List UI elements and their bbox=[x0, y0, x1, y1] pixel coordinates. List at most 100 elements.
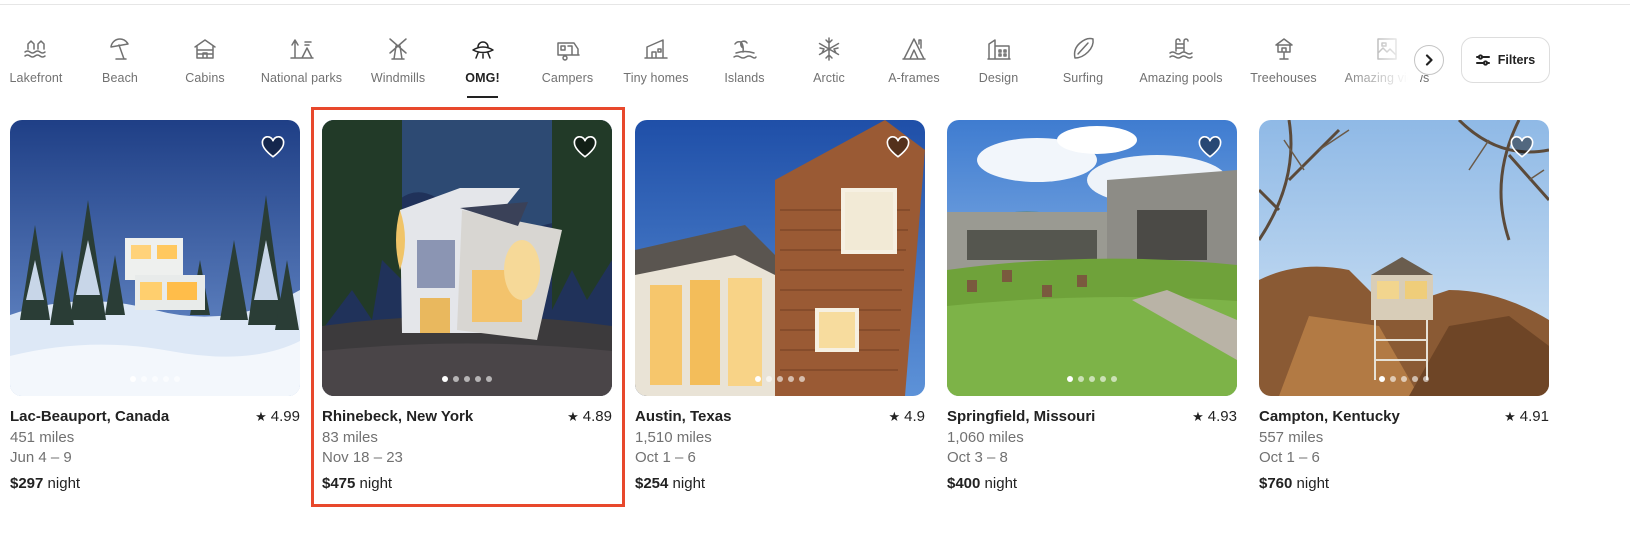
category-islands[interactable]: Islands bbox=[724, 30, 765, 102]
category-surfing[interactable]: Surfing bbox=[1062, 30, 1104, 102]
category-label: A-frames bbox=[888, 71, 940, 85]
photo-pagination bbox=[947, 376, 1237, 382]
pool-icon bbox=[1168, 36, 1194, 62]
listing-card[interactable]: Lac-Beauport, Canada ★ 4.99 451 miles Jun… bbox=[10, 120, 300, 500]
category-label: Treehouses bbox=[1250, 71, 1317, 85]
pagination-dot[interactable] bbox=[1401, 376, 1407, 382]
pagination-dot[interactable] bbox=[1390, 376, 1396, 382]
listing-rating: ★ 4.93 bbox=[1192, 408, 1237, 425]
listing-photo[interactable] bbox=[1259, 120, 1549, 396]
pagination-dot[interactable] bbox=[1089, 376, 1095, 382]
pagination-dot[interactable] bbox=[1379, 376, 1385, 382]
listing-photo-image bbox=[322, 120, 612, 396]
listing-photo-image bbox=[635, 120, 925, 396]
pagination-dot[interactable] bbox=[475, 376, 481, 382]
category-design[interactable]: Design bbox=[979, 30, 1018, 102]
price-unit: night bbox=[984, 475, 1018, 492]
pagination-dot[interactable] bbox=[799, 376, 805, 382]
price-amount: $760 bbox=[1259, 475, 1293, 492]
category-label: Tiny homes bbox=[623, 71, 689, 85]
price-unit: night bbox=[672, 475, 706, 492]
star-icon: ★ bbox=[1192, 408, 1204, 424]
pagination-dot[interactable] bbox=[453, 376, 459, 382]
category-omg[interactable]: OMG! bbox=[465, 30, 500, 102]
category-lakefront[interactable]: Lakefront bbox=[9, 30, 63, 102]
category-label: Amazing views bbox=[1344, 71, 1430, 85]
category-beach[interactable]: Beach bbox=[102, 30, 138, 102]
listing-price: $400 night bbox=[947, 475, 1017, 492]
heart-icon bbox=[886, 135, 910, 158]
pagination-dot[interactable] bbox=[464, 376, 470, 382]
listing-price: $297 night bbox=[10, 475, 80, 492]
category-label: OMG! bbox=[465, 71, 500, 85]
listing-photo[interactable] bbox=[322, 120, 612, 396]
category-treehouses[interactable]: Treehouses bbox=[1250, 30, 1317, 102]
pagination-dot[interactable] bbox=[1412, 376, 1418, 382]
pagination-dot[interactable] bbox=[442, 376, 448, 382]
listing-photo[interactable] bbox=[947, 120, 1237, 396]
pagination-dot[interactable] bbox=[163, 376, 169, 382]
listing-dates: Oct 1 – 6 bbox=[1259, 449, 1320, 466]
category-amazing-pools[interactable]: Amazing pools bbox=[1139, 30, 1223, 102]
pagination-dot[interactable] bbox=[1111, 376, 1117, 382]
category-windmills[interactable]: Windmills bbox=[371, 30, 425, 102]
category-a-frames[interactable]: A-frames bbox=[888, 30, 940, 102]
save-heart-button[interactable] bbox=[1509, 134, 1535, 160]
photo-pagination bbox=[635, 376, 925, 382]
listing-rating: ★ 4.99 bbox=[255, 408, 300, 425]
pagination-dot[interactable] bbox=[1100, 376, 1106, 382]
pagination-dot[interactable] bbox=[130, 376, 136, 382]
pagination-dot[interactable] bbox=[141, 376, 147, 382]
heart-icon bbox=[261, 135, 285, 158]
category-scroll-right-button[interactable] bbox=[1414, 45, 1444, 75]
listing-rating: ★ 4.91 bbox=[1504, 408, 1549, 425]
category-arctic[interactable]: Arctic bbox=[812, 30, 846, 102]
save-heart-button[interactable] bbox=[260, 134, 286, 160]
listing-price: $254 night bbox=[635, 475, 705, 492]
listing-card[interactable]: Austin, Texas ★ 4.9 1,510 miles Oct 1 – 6… bbox=[635, 120, 925, 500]
pagination-dot[interactable] bbox=[152, 376, 158, 382]
pagination-dot[interactable] bbox=[766, 376, 772, 382]
category-tiny-homes[interactable]: Tiny homes bbox=[623, 30, 689, 102]
save-heart-button[interactable] bbox=[885, 134, 911, 160]
header-divider bbox=[0, 4, 1630, 5]
pagination-dot[interactable] bbox=[1067, 376, 1073, 382]
view-icon bbox=[1374, 36, 1400, 62]
listing-card[interactable]: Springfield, Missouri ★ 4.93 1,060 miles … bbox=[947, 120, 1237, 500]
pagination-dot[interactable] bbox=[1423, 376, 1429, 382]
listing-location: Austin, Texas bbox=[635, 408, 732, 425]
category-label: Amazing pools bbox=[1139, 71, 1223, 85]
category-national-parks[interactable]: National parks bbox=[261, 30, 342, 102]
pagination-dot[interactable] bbox=[1078, 376, 1084, 382]
pagination-dot[interactable] bbox=[777, 376, 783, 382]
category-bar: Lakefront Beach Cabins National parks Wi… bbox=[0, 30, 1500, 102]
chevron-right-icon bbox=[1425, 54, 1433, 66]
photo-pagination bbox=[10, 376, 300, 382]
category-campers[interactable]: Campers bbox=[542, 30, 593, 102]
pagination-dot[interactable] bbox=[755, 376, 761, 382]
pagination-dot[interactable] bbox=[788, 376, 794, 382]
category-label: Design bbox=[978, 71, 1019, 85]
filters-button[interactable]: Filters bbox=[1461, 37, 1550, 83]
star-icon: ★ bbox=[888, 408, 901, 424]
pagination-dot[interactable] bbox=[174, 376, 180, 382]
listing-card[interactable]: Rhinebeck, New York ★ 4.89 83 miles Nov 1… bbox=[322, 120, 612, 500]
beach-umbrella-icon bbox=[107, 36, 133, 62]
save-heart-button[interactable] bbox=[1197, 134, 1223, 160]
listing-distance: 557 miles bbox=[1259, 429, 1324, 446]
price-unit: night bbox=[1296, 475, 1330, 492]
category-label: Cabins bbox=[185, 71, 225, 85]
price-unit: night bbox=[359, 475, 393, 492]
listing-card[interactable]: Campton, Kentucky ★ 4.91 557 miles Oct 1 … bbox=[1259, 120, 1549, 500]
pagination-dot[interactable] bbox=[486, 376, 492, 382]
price-amount: $297 bbox=[10, 475, 44, 492]
listing-photo[interactable] bbox=[10, 120, 300, 396]
category-label: Islands bbox=[724, 71, 765, 85]
category-cabins[interactable]: Cabins bbox=[185, 30, 225, 102]
save-heart-button[interactable] bbox=[572, 134, 598, 160]
listing-photo[interactable] bbox=[635, 120, 925, 396]
star-icon: ★ bbox=[567, 408, 579, 424]
photo-pagination bbox=[322, 376, 612, 382]
listing-location: Springfield, Missouri bbox=[947, 408, 1096, 425]
design-icon bbox=[986, 36, 1012, 62]
